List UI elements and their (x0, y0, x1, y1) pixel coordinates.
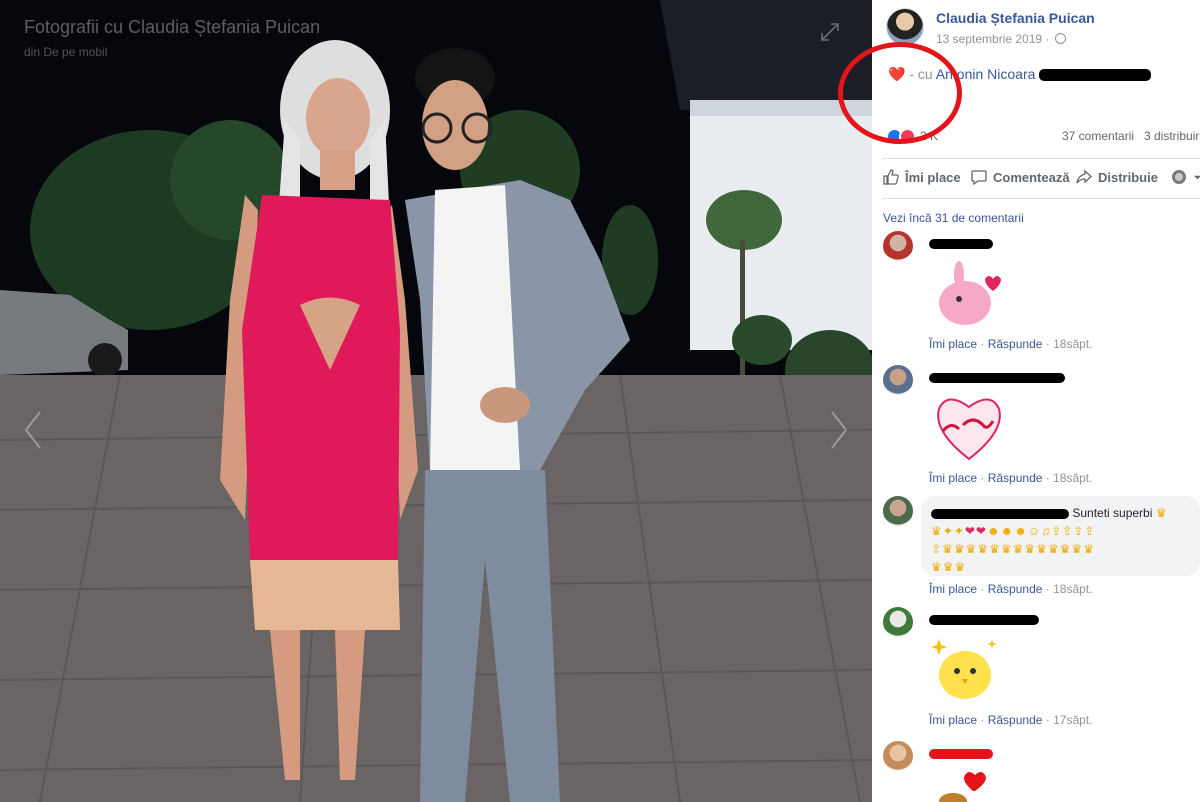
profile-emoji-icon (1172, 170, 1186, 184)
viewer-subtitle: din De pe mobil (24, 45, 107, 59)
photo-viewer[interactable]: Fotografii cu Claudia Ștefania Puican di… (0, 0, 872, 802)
expand-icon[interactable] (820, 22, 840, 42)
commenter-avatar[interactable] (883, 741, 913, 771)
emoji-row: ♛♛♛ (931, 560, 967, 574)
comment-button[interactable]: Comentează (970, 168, 1070, 186)
comment-item: Sunteti superbi ♛ ♛✦✦❤❤☻☻☻☺♫⇪⇪⇪⇪ ⇪♛♛♛♛♛♛… (883, 496, 1200, 596)
comment-icon (971, 170, 987, 186)
share-count[interactable]: 3 distribuiri (1144, 129, 1200, 143)
post-actions: Îmi place Comentează Distribuie (882, 164, 1200, 192)
comment-item: Îmi place · Răspunde · 17săpt. (883, 607, 1200, 727)
comment-button-label: Comentează (993, 169, 1070, 185)
viewer-title: Fotografii cu Claudia Ștefania Puican (24, 17, 321, 37)
react-as-selector[interactable] (1170, 168, 1200, 186)
share-icon (1076, 169, 1092, 184)
subtitle-source-link[interactable]: De pe mobil (43, 45, 107, 59)
divider (882, 158, 1200, 159)
crown-emoji: ♛ (1155, 506, 1168, 520)
thumbs-up-icon (883, 169, 899, 185)
post-date[interactable]: 13 septembrie 2019 (936, 32, 1042, 46)
commenter-name-redacted (931, 508, 1069, 519)
like-button[interactable]: Îmi place (882, 168, 961, 186)
like-button-label: Îmi place (905, 169, 961, 185)
comment-reply-link[interactable]: Răspunde (988, 582, 1043, 596)
commenter-avatar[interactable] (883, 496, 913, 526)
comment-like-link[interactable]: Îmi place (929, 582, 977, 596)
comment-time[interactable]: 17săpt. (1053, 713, 1092, 727)
subtitle-prefix: din (24, 45, 41, 59)
comment-item: Îmi place · Răspunde · 18săpt. (883, 365, 1200, 485)
comment-count[interactable]: 37 comentarii (1062, 129, 1134, 143)
comment-time[interactable]: 18săpt. (1053, 471, 1092, 485)
author-avatar[interactable] (886, 8, 924, 46)
photo (0, 0, 872, 802)
globe-icon[interactable] (1054, 33, 1066, 44)
share-button-label: Distribuie (1098, 169, 1158, 185)
comment-reply-link[interactable]: Răspunde (988, 471, 1043, 485)
comment-like-link[interactable]: Îmi place (929, 713, 977, 727)
post-meta: 13 septembrie 2019 · (936, 32, 1066, 46)
commenter-name-redacted (929, 615, 1039, 625)
comment-meta: Îmi place · Răspunde · 18săpt. (929, 582, 1093, 596)
commenter-name-redacted (929, 239, 993, 249)
comment-reply-link[interactable]: Răspunde (988, 713, 1043, 727)
comment-like-link[interactable]: Îmi place (929, 337, 977, 351)
comment-reply-link[interactable]: Răspunde (988, 337, 1043, 351)
comment-item: Îmi place · Răspunde · 18săpt. (883, 231, 1200, 351)
chevron-down-icon (1193, 175, 1200, 179)
emoji-row: ⇪♛♛♛♛♛♛♛♛♛♛♛♛♛ (931, 542, 1095, 556)
commenter-avatar[interactable] (883, 231, 913, 261)
redaction-bar (1039, 69, 1152, 82)
comment-meta: Îmi place · Răspunde · 18săpt. (929, 337, 1093, 351)
love-you-sticker (937, 398, 1001, 461)
previous-photo-icon[interactable] (22, 410, 44, 450)
heart-sticker (939, 772, 986, 802)
comment-time[interactable]: 18săpt. (1053, 337, 1092, 351)
author-name[interactable]: Claudia Ștefania Puican (936, 10, 1095, 26)
emoji-row: ♛✦✦❤❤☻☻☻☺♫⇪⇪⇪⇪ (931, 524, 1096, 538)
comment-meta: Îmi place · Răspunde · 18săpt. (929, 471, 1093, 485)
commenter-avatar[interactable] (883, 607, 913, 637)
commenter-name-redacted (929, 373, 1065, 383)
share-button[interactable]: Distribuie (1075, 168, 1158, 186)
comment-meta: Îmi place · Răspunde · 17săpt. (929, 713, 1093, 727)
comment-text: Sunteti superbi (1072, 506, 1153, 520)
annotation-circle (838, 42, 962, 144)
photo-lightbox: Fotografii cu Claudia Ștefania Puican di… (0, 0, 1200, 802)
comment-time[interactable]: 18săpt. (1053, 582, 1092, 596)
view-more-comments-link[interactable]: Vezi încă 31 de comentarii (883, 211, 1024, 225)
divider (882, 198, 1200, 199)
comment-item (883, 741, 1200, 802)
commenter-name-redacted (929, 749, 993, 759)
chick-sticker (931, 639, 997, 699)
comment-bubble: Sunteti superbi ♛ ♛✦✦❤❤☻☻☻☺♫⇪⇪⇪⇪ ⇪♛♛♛♛♛♛… (921, 496, 1200, 576)
commenter-avatar[interactable] (883, 365, 913, 395)
next-photo-icon[interactable] (828, 410, 850, 450)
bird-kiss-sticker (939, 261, 1001, 325)
comment-like-link[interactable]: Îmi place (929, 471, 977, 485)
